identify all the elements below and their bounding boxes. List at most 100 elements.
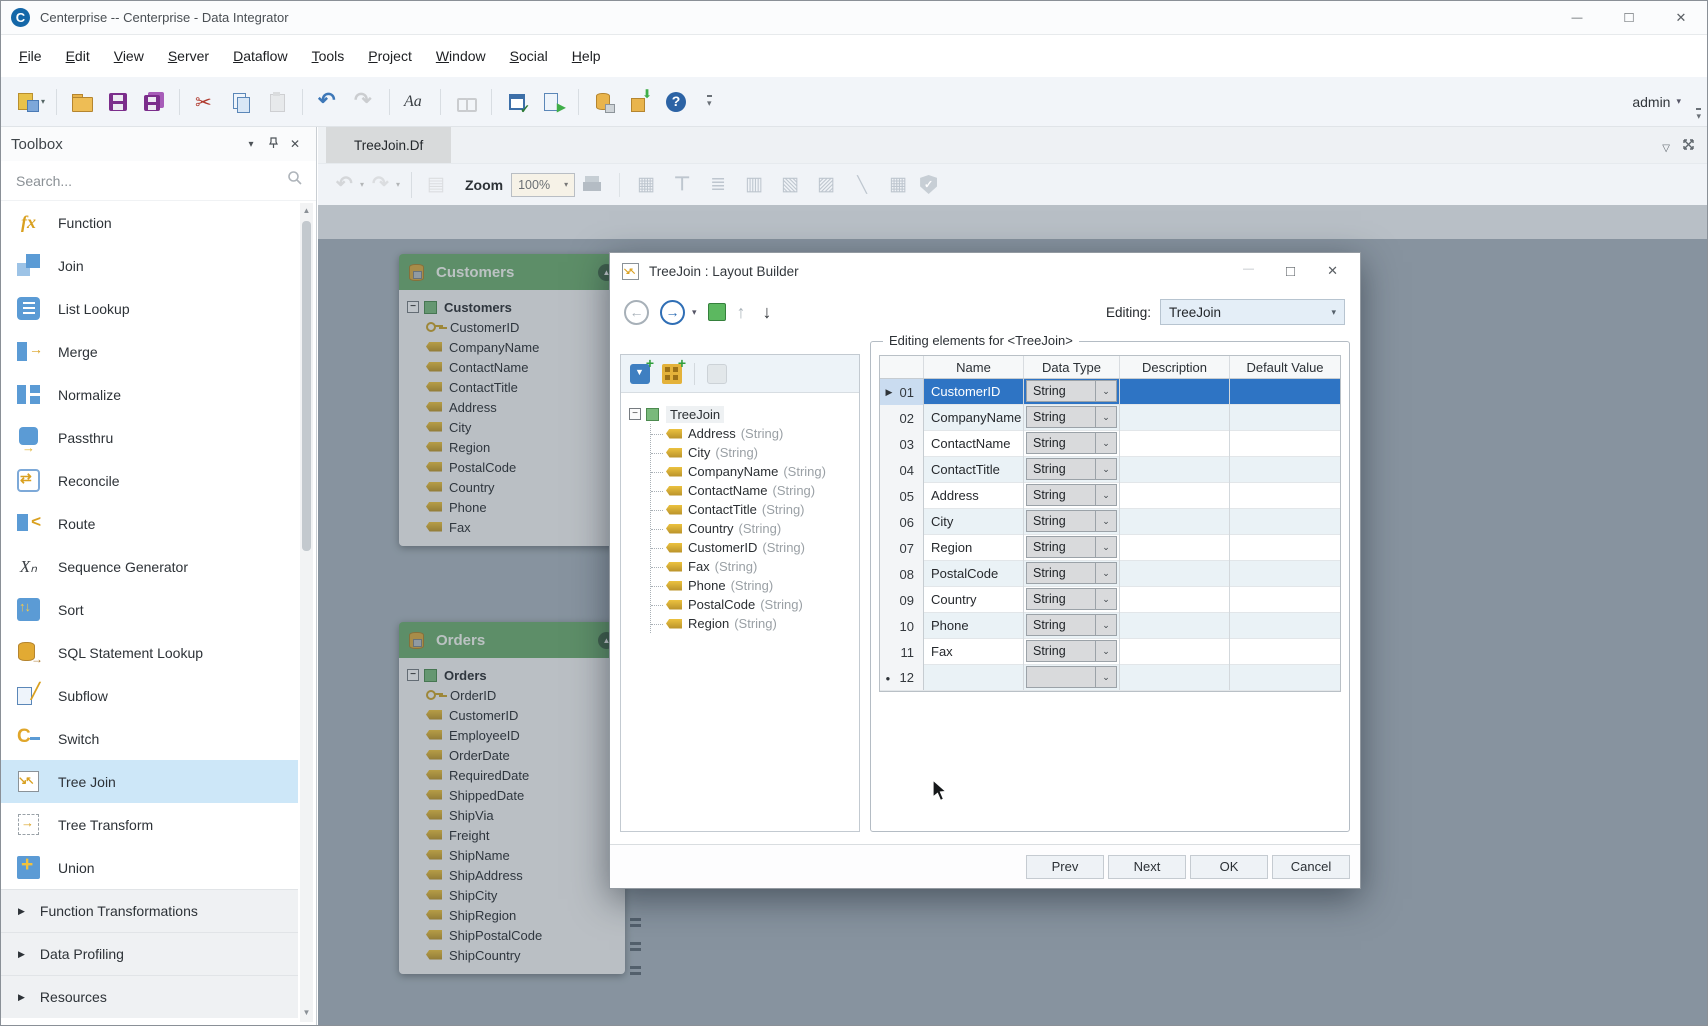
move-down-icon[interactable]	[763, 302, 772, 323]
tree-field-node[interactable]: CompanyName (String)	[651, 462, 851, 481]
dropdown-arrow-icon[interactable]	[1095, 615, 1116, 635]
element-name-cell[interactable]: Region	[924, 535, 1024, 561]
toolbar-button[interactable]	[578, 88, 579, 115]
description-cell[interactable]	[1120, 561, 1230, 587]
default-value-cell[interactable]	[1230, 509, 1340, 535]
tree-field-node[interactable]: Phone (String)	[651, 576, 851, 595]
description-cell[interactable]	[1120, 431, 1230, 457]
tree-field-node[interactable]: Address (String)	[651, 424, 851, 443]
description-cell[interactable]	[1120, 639, 1230, 665]
tree-root-node[interactable]: TreeJoin	[629, 404, 851, 424]
dialog-button[interactable]: Cancel	[1272, 854, 1350, 879]
element-name-cell[interactable]: Fax	[924, 639, 1024, 665]
add-child-node-icon[interactable]	[630, 355, 654, 384]
toolbar-button[interactable]	[67, 86, 97, 118]
data-type-cell[interactable]: String	[1024, 613, 1120, 639]
editing-node-select[interactable]: TreeJoin	[1160, 299, 1345, 325]
default-value-cell[interactable]	[1230, 379, 1340, 405]
toolbox-item[interactable]: Switch	[1, 717, 298, 760]
toolbox-item[interactable]: Subflow	[1, 674, 298, 717]
current-node-icon[interactable]	[707, 303, 726, 321]
toolbox-item[interactable]: Merge	[1, 330, 298, 373]
menu-item[interactable]: Dataflow	[221, 44, 299, 68]
default-value-cell[interactable]	[1230, 587, 1340, 613]
document-tab[interactable]: TreeJoin.Df	[326, 127, 452, 163]
data-type-cell[interactable]	[1024, 665, 1120, 690]
toolbar-button[interactable]	[103, 86, 133, 118]
dataflow-toolbar-icon[interactable]	[884, 172, 912, 198]
tree-field-node[interactable]: Fax (String)	[651, 557, 851, 576]
navigate-dropdown-icon[interactable]	[692, 307, 697, 318]
row-selector-cell[interactable]: 02	[880, 405, 924, 431]
description-cell[interactable]	[1120, 509, 1230, 535]
menu-item[interactable]: Edit	[54, 44, 102, 68]
column-header[interactable]: Description	[1120, 356, 1230, 378]
row-selector-cell[interactable]: 12	[880, 665, 924, 690]
scrollbar-thumb[interactable]	[302, 221, 311, 551]
data-type-cell[interactable]: String	[1024, 405, 1120, 431]
tree-field-node[interactable]: Region (String)	[651, 614, 851, 633]
description-cell[interactable]	[1120, 405, 1230, 431]
dropdown-arrow-icon[interactable]	[1095, 459, 1116, 479]
default-value-cell[interactable]	[1230, 483, 1340, 509]
default-value-cell[interactable]	[1230, 561, 1340, 587]
element-name-cell[interactable]: PostalCode	[924, 561, 1024, 587]
dataflow-toolbar-icon[interactable]	[632, 172, 660, 198]
toolbar-button[interactable]	[440, 88, 441, 115]
scroll-up-icon[interactable]	[303, 203, 311, 217]
dropdown-arrow-icon[interactable]	[1095, 641, 1116, 661]
toolbox-item[interactable]: Tree Join	[1, 760, 298, 803]
description-cell[interactable]	[1120, 483, 1230, 509]
toolbar-button[interactable]	[190, 86, 220, 118]
menu-item[interactable]: File	[7, 44, 54, 68]
dropdown-arrow-icon[interactable]	[1331, 307, 1336, 318]
toolbar-button[interactable]	[349, 86, 379, 118]
dataflow-toolbar-icon[interactable]	[668, 172, 696, 198]
dropdown-arrow-icon[interactable]	[1095, 537, 1116, 557]
element-grid-row[interactable]: 08 PostalCode String	[880, 561, 1340, 587]
toolbox-item[interactable]: Route	[1, 502, 298, 545]
dropdown-arrow-icon[interactable]	[558, 180, 574, 189]
dataflow-toolbar-icon[interactable]	[619, 172, 621, 197]
toolbar-button[interactable]	[400, 86, 430, 118]
element-grid-row[interactable]: 02 CompanyName String	[880, 405, 1340, 431]
delete-node-icon[interactable]	[707, 363, 727, 384]
menu-item[interactable]: Window	[424, 44, 498, 68]
dialog-minimize-icon[interactable]	[1243, 263, 1254, 275]
element-grid-row[interactable]: 04 ContactTitle String	[880, 457, 1340, 483]
tree-field-node[interactable]: CustomerID (String)	[651, 538, 851, 557]
dropdown-arrow-icon[interactable]	[1095, 381, 1116, 401]
column-header[interactable]: Default Value	[1230, 356, 1340, 378]
dialog-button[interactable]: Next	[1108, 854, 1186, 879]
dataflow-toolbar-icon[interactable]	[812, 172, 840, 198]
element-grid-row[interactable]: 06 City String	[880, 509, 1340, 535]
dataflow-toolbar-icon[interactable]	[776, 172, 804, 198]
element-grid-row[interactable]: 03 ContactName String	[880, 431, 1340, 457]
description-cell[interactable]	[1120, 379, 1230, 405]
move-up-icon[interactable]	[737, 302, 746, 323]
scroll-down-icon[interactable]	[303, 1008, 311, 1022]
row-selector-cell[interactable]: 10	[880, 613, 924, 639]
toolbox-close-icon[interactable]	[284, 137, 306, 151]
pin-icon[interactable]	[262, 136, 284, 152]
data-type-cell[interactable]: String	[1024, 457, 1120, 483]
element-name-cell[interactable]: Country	[924, 587, 1024, 613]
default-value-cell[interactable]	[1230, 405, 1340, 431]
dataflow-toolbar-button[interactable]	[335, 169, 365, 201]
default-value-cell[interactable]	[1230, 431, 1340, 457]
default-value-cell[interactable]	[1230, 457, 1340, 483]
element-name-cell[interactable]: CustomerID	[924, 379, 1024, 405]
zoom-select[interactable]: 100%	[511, 172, 576, 197]
dataflow-toolbar-button[interactable]	[422, 169, 452, 201]
toolbox-group[interactable]: Data Profiling	[1, 932, 298, 975]
tab-list-dropdown-icon[interactable]	[1662, 138, 1670, 156]
dialog-maximize-icon[interactable]	[1286, 263, 1295, 280]
tree-field-node[interactable]: City (String)	[651, 443, 851, 462]
element-grid-row[interactable]: 01 CustomerID String	[880, 379, 1340, 405]
navigate-back-icon[interactable]	[624, 299, 649, 325]
description-cell[interactable]	[1120, 535, 1230, 561]
data-type-cell[interactable]: String	[1024, 379, 1120, 405]
toolbar-button[interactable]	[179, 88, 180, 115]
search-input[interactable]	[14, 171, 287, 190]
dropdown-arrow-icon[interactable]	[1095, 407, 1116, 427]
